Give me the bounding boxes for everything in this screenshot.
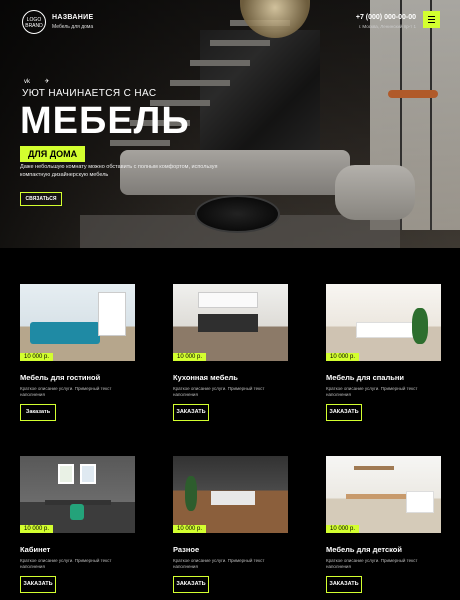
social-links: vk ✈: [24, 70, 59, 88]
product-card: 10 000 р. Мебель для гостиной Краткое оп…: [20, 284, 135, 421]
price-tag: 10 000 р.: [20, 525, 54, 533]
product-name: Мебель для гостиной: [20, 373, 101, 382]
order-button[interactable]: ЗАКАЗАТЬ: [173, 404, 209, 421]
product-description: Краткое описание услуги. Примерный текст…: [326, 386, 418, 397]
product-description: Краткое описание услуги. Примерный текст…: [326, 558, 418, 569]
product-card: 10 000 р. Разное Краткое описание услуги…: [173, 456, 288, 593]
price-tag: 10 000 р.: [326, 353, 360, 361]
product-name: Кухонная мебель: [173, 373, 238, 382]
product-image[interactable]: 10 000 р.: [173, 284, 288, 361]
order-button[interactable]: ЗАКАЗАТЬ: [20, 576, 56, 593]
product-image[interactable]: 10 000 р.: [20, 284, 135, 361]
address: г. Москва, Ленинский пр-т 1: [358, 24, 416, 29]
telegram-icon[interactable]: ✈: [44, 78, 49, 85]
product-card: 10 000 р. Кабинет Краткое описание услуг…: [20, 456, 135, 593]
product-image[interactable]: 10 000 р.: [173, 456, 288, 533]
product-card: 10 000 р. Кухонная мебель Краткое описан…: [173, 284, 288, 421]
product-description: Краткое описание услуги. Примерный текст…: [173, 558, 265, 569]
order-button[interactable]: ЗАКАЗАТЬ: [173, 576, 209, 593]
product-description: Краткое описание услуги. Примерный текст…: [20, 386, 112, 397]
hero-badge: ДЛЯ ДОМА: [20, 146, 86, 162]
hero-section: LOGO BRAND НАЗВАНИЕ Мебель для дома +7 (…: [0, 0, 460, 248]
product-image[interactable]: 10 000 р.: [326, 456, 441, 533]
product-description: Краткое описание услуги. Примерный текст…: [173, 386, 265, 397]
contact-button[interactable]: СВЯЗАТЬСЯ: [20, 192, 62, 206]
products-grid: 10 000 р. Мебель для гостиной Краткое оп…: [0, 248, 460, 600]
order-button[interactable]: Заказать: [20, 404, 56, 421]
product-description: Краткое описание услуги. Примерный текст…: [20, 558, 112, 569]
phone-number[interactable]: +7 (000) 000-00-00: [356, 14, 416, 21]
product-card: 10 000 р. Мебель для спальни Краткое опи…: [326, 284, 441, 421]
brand-subtitle: Мебель для дома: [52, 24, 94, 30]
hero-image-floor-lamp: [388, 90, 438, 98]
brand-title: НАЗВАНИЕ: [52, 14, 94, 21]
order-button[interactable]: ЗАКАЗАТЬ: [326, 576, 362, 593]
hero-description: Даже небольшую комнату можно обставить с…: [20, 164, 218, 178]
price-tag: 10 000 р.: [173, 525, 207, 533]
vk-icon[interactable]: vk: [24, 79, 30, 85]
product-card: 10 000 р. Мебель для детской Краткое опи…: [326, 456, 441, 593]
hero-eyebrow: УЮТ НАЧИНАЕТСЯ С НАС: [22, 88, 157, 99]
top-bar: LOGO BRAND НАЗВАНИЕ Мебель для дома +7 (…: [0, 0, 460, 42]
product-name: Разное: [173, 545, 200, 554]
product-name: Мебель для детской: [326, 545, 402, 554]
price-tag: 10 000 р.: [326, 525, 360, 533]
product-name: Мебель для спальни: [326, 373, 404, 382]
product-image[interactable]: 10 000 р.: [326, 284, 441, 361]
order-button[interactable]: ЗАКАЗАТЬ: [326, 404, 362, 421]
hero-image-coffee-table: [195, 195, 280, 233]
product-image[interactable]: 10 000 р.: [20, 456, 135, 533]
hero-image-armchair: [335, 165, 415, 220]
price-tag: 10 000 р.: [20, 353, 54, 361]
menu-button[interactable]: [423, 11, 440, 28]
logo[interactable]: LOGO BRAND: [22, 10, 46, 34]
product-name: Кабинет: [20, 545, 51, 554]
price-tag: 10 000 р.: [173, 353, 207, 361]
hero-title: МЕБЕЛЬ: [20, 100, 190, 142]
